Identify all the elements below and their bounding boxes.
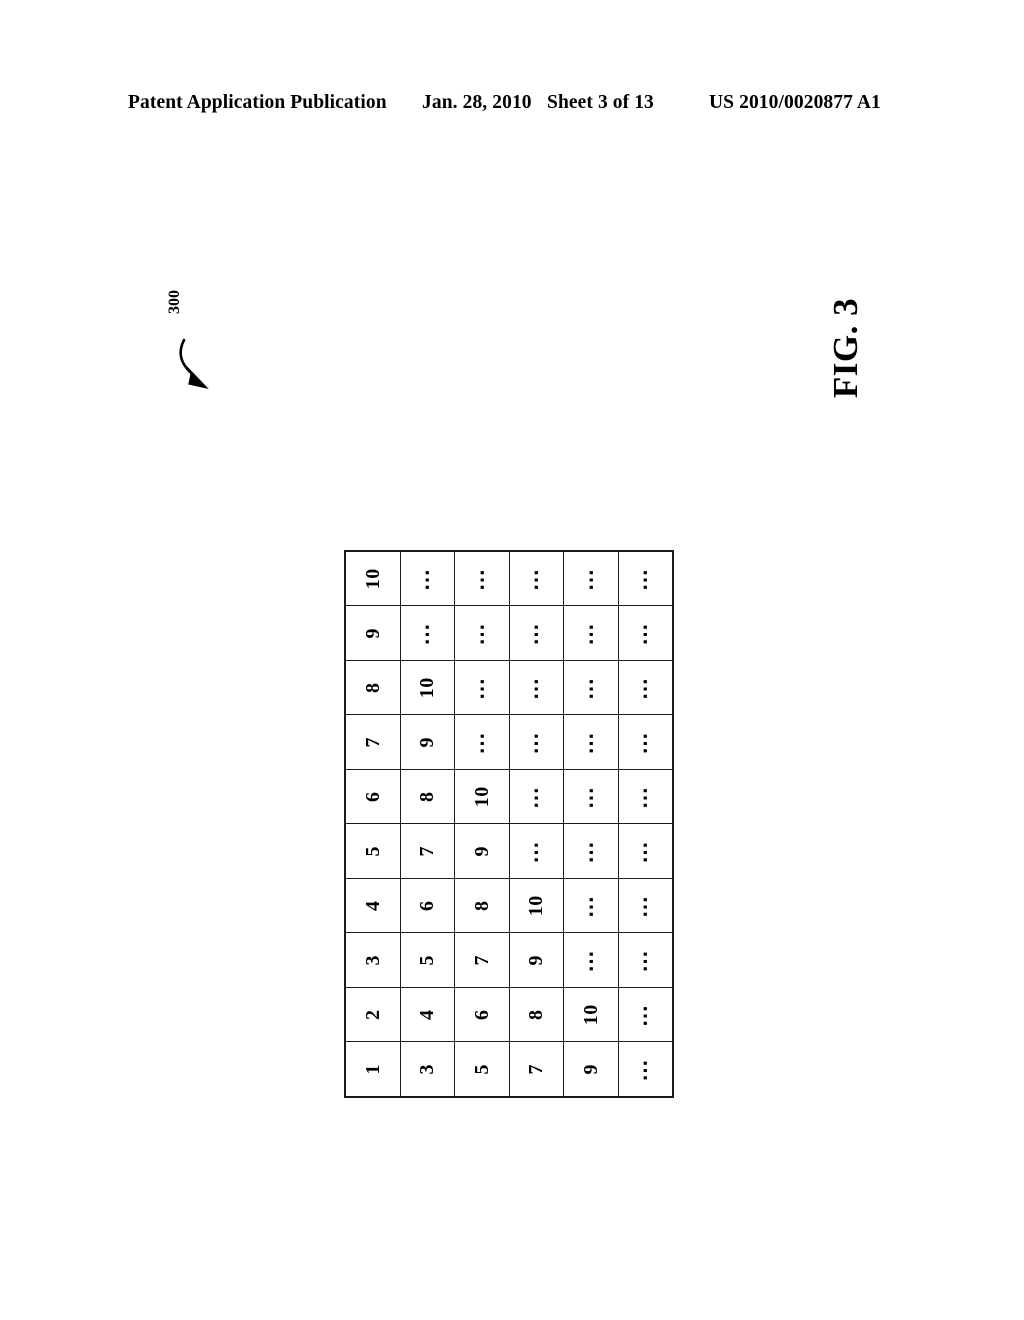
matrix-cell: ⋯ (618, 551, 673, 606)
matrix-cell: ⋯ (563, 551, 618, 606)
matrix-cell: 3 (400, 1042, 455, 1097)
reference-numeral-300: 300 (158, 290, 228, 410)
matrix-row: 1 2 3 4 5 6 7 8 9 10 (345, 551, 400, 1097)
matrix-cell: ⋯ (509, 824, 564, 879)
matrix-body: 1 2 3 4 5 6 7 8 9 10 3 4 5 6 7 8 9 10 ⋯ ⋯ 5 6 7 8 9 10 ⋯ ⋯ ⋯ ⋯ 7 8 9 10 ⋯ ⋯… (345, 551, 673, 1097)
matrix-cell: ⋯ (454, 660, 509, 715)
matrix-cell: 1 (345, 1042, 400, 1097)
matrix-cell: 9 (563, 1042, 618, 1097)
matrix-cell: 8 (509, 987, 564, 1042)
matrix-cell: ⋯ (400, 606, 455, 661)
matrix-cell: ⋯ (509, 715, 564, 770)
matrix-cell: ⋯ (454, 715, 509, 770)
matrix-cell: ⋯ (509, 606, 564, 661)
matrix-cell: 10 (563, 987, 618, 1042)
figure-label: FIG. 3 (786, 288, 906, 408)
matrix-cell: ⋯ (454, 551, 509, 606)
matrix-row: 9 10 ⋯ ⋯ ⋯ ⋯ ⋯ ⋯ ⋯ ⋯ (563, 551, 618, 1097)
sheet-header: Patent Application Publication Jan. 28, … (0, 88, 1024, 118)
header-document-number: US 2010/0020877 A1 (709, 92, 881, 113)
figure-matrix-rotor: 1 2 3 4 5 6 7 8 9 10 3 4 5 6 7 8 9 10 ⋯ ⋯ 5 6 7 8 9 10 ⋯ ⋯ ⋯ ⋯ 7 8 9 10 ⋯ ⋯… (344, 550, 674, 1098)
matrix-cell: 8 (400, 769, 455, 824)
matrix-cell: ⋯ (563, 606, 618, 661)
matrix-cell: ⋯ (618, 1042, 673, 1097)
matrix-row: 3 4 5 6 7 8 9 10 ⋯ ⋯ (400, 551, 455, 1097)
header-publication-date: Jan. 28, 2010 (422, 92, 532, 113)
matrix-cell: 9 (400, 715, 455, 770)
matrix-cell: 7 (454, 933, 509, 988)
matrix-row: 7 8 9 10 ⋯ ⋯ ⋯ ⋯ ⋯ ⋯ (509, 551, 564, 1097)
matrix-cell: 7 (345, 715, 400, 770)
matrix-cell: ⋯ (563, 824, 618, 879)
matrix-cell: 5 (400, 933, 455, 988)
matrix-cell: 6 (400, 878, 455, 933)
matrix-cell: 5 (345, 824, 400, 879)
figure-label-text: FIG. 3 (826, 297, 865, 399)
matrix-cell: ⋯ (563, 878, 618, 933)
matrix-cell: 5 (454, 1042, 509, 1097)
matrix-cell: ⋯ (618, 987, 673, 1042)
matrix-cell: ⋯ (618, 769, 673, 824)
matrix-cell: ⋯ (563, 933, 618, 988)
matrix-cell: ⋯ (563, 715, 618, 770)
matrix-cell: 9 (509, 933, 564, 988)
matrix-cell: 10 (509, 878, 564, 933)
matrix-cell: ⋯ (509, 551, 564, 606)
matrix-cell: 8 (345, 660, 400, 715)
matrix-cell: ⋯ (618, 715, 673, 770)
matrix-row: 5 6 7 8 9 10 ⋯ ⋯ ⋯ ⋯ (454, 551, 509, 1097)
matrix-cell: 10 (345, 551, 400, 606)
matrix-cell: ⋯ (563, 660, 618, 715)
matrix-cell: ⋯ (400, 551, 455, 606)
matrix-cell: 4 (345, 878, 400, 933)
matrix-cell: ⋯ (454, 606, 509, 661)
matrix-cell: ⋯ (618, 660, 673, 715)
matrix-cell: 9 (345, 606, 400, 661)
matrix-cell: 4 (400, 987, 455, 1042)
figure-matrix-300: 1 2 3 4 5 6 7 8 9 10 3 4 5 6 7 8 9 10 ⋯ ⋯ 5 6 7 8 9 10 ⋯ ⋯ ⋯ ⋯ 7 8 9 10 ⋯ ⋯… (344, 550, 674, 1098)
matrix-cell: ⋯ (618, 824, 673, 879)
header-publication-label: Patent Application Publication (128, 92, 387, 113)
matrix-cell: 6 (454, 987, 509, 1042)
matrix-cell: ⋯ (563, 769, 618, 824)
matrix-cell: 8 (454, 878, 509, 933)
matrix-cell: 7 (509, 1042, 564, 1097)
matrix-cell: 3 (345, 933, 400, 988)
matrix-row: ⋯ ⋯ ⋯ ⋯ ⋯ ⋯ ⋯ ⋯ ⋯ ⋯ (618, 551, 673, 1097)
matrix-table: 1 2 3 4 5 6 7 8 9 10 3 4 5 6 7 8 9 10 ⋯ ⋯ 5 6 7 8 9 10 ⋯ ⋯ ⋯ ⋯ 7 8 9 10 ⋯ ⋯… (344, 550, 674, 1098)
header-sheet-number: Sheet 3 of 13 (547, 92, 654, 113)
matrix-cell: 7 (400, 824, 455, 879)
matrix-cell: ⋯ (509, 769, 564, 824)
matrix-cell: 6 (345, 769, 400, 824)
matrix-cell: ⋯ (618, 606, 673, 661)
matrix-cell: 10 (454, 769, 509, 824)
matrix-cell: ⋯ (618, 878, 673, 933)
matrix-cell: 9 (454, 824, 509, 879)
matrix-cell: ⋯ (509, 660, 564, 715)
matrix-cell: ⋯ (618, 933, 673, 988)
leader-arrow-icon (179, 338, 209, 390)
matrix-cell: 2 (345, 987, 400, 1042)
patent-sheet-page: Patent Application Publication Jan. 28, … (0, 0, 1024, 1320)
matrix-cell: 10 (400, 660, 455, 715)
